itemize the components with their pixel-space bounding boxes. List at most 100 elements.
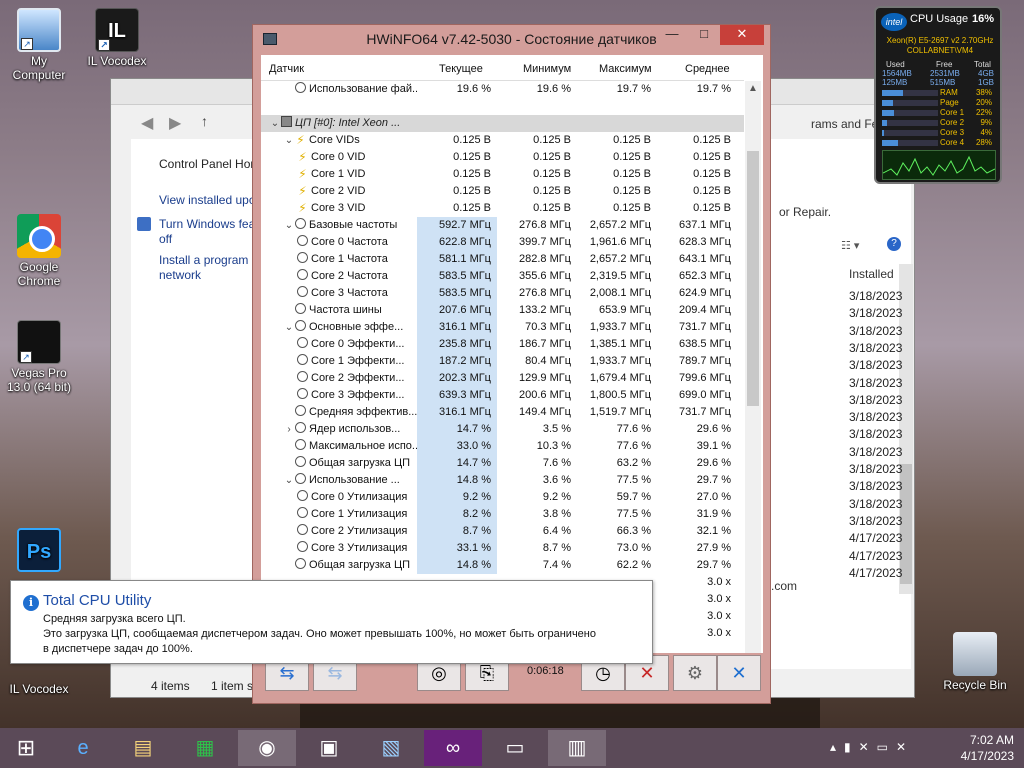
installed-date: 3/18/2023 (849, 427, 903, 442)
sensor-row[interactable]: Core 3 Эффекти... 639.3 МГц 200.6 МГц 1,800… (261, 387, 744, 404)
forward-arrow-icon[interactable]: ▶ (169, 113, 181, 133)
sensor-row[interactable]: Общая загрузка ЦП 14.7 % 7.6 % 63.2 % 29.6 % (261, 455, 744, 472)
vegas-taskbar-icon[interactable]: ▣ (300, 730, 358, 766)
start-button[interactable]: ⊞ (8, 730, 44, 766)
sensor-row[interactable]: Core 3 Частота 583.5 МГц 276.8 МГц 2,008.1 … (261, 285, 744, 302)
sensor-row[interactable]: Core 3 Утилизация 33.1 % 8.7 % 73.0 % 27.9 % (261, 540, 744, 557)
sensor-row[interactable]: Core 0 Частота 622.8 МГц 399.7 МГц 1,961.6 … (261, 234, 744, 251)
sensor-row[interactable]: ⌄ Базовые частоты 592.7 МГц 276.8 МГц 2,657.… (261, 217, 744, 234)
lightning-icon: ⚡ (298, 201, 307, 215)
sensor-row[interactable]: ⌄ Основные эффе... 316.1 МГц 70.3 МГц 1,933.… (261, 319, 744, 336)
column-header-min[interactable]: Минимум (523, 63, 571, 75)
file-explorer-icon[interactable]: ▤ (114, 730, 172, 766)
view-options-icon[interactable]: ☷ ▾ (841, 239, 859, 252)
desktop-icon-recycle-bin[interactable]: Recycle Bin (940, 632, 1010, 692)
avg-value: 731.7 МГц (678, 321, 731, 333)
sensor-row[interactable]: Core 0 Эффекти... 235.8 МГц 186.7 МГц 1,385… (261, 336, 744, 353)
max-value: 1,933.7 МГц (589, 321, 651, 333)
store-icon[interactable]: ▦ (176, 730, 234, 766)
desktop-icon-vegas-pro[interactable]: ↗ Vegas Pro 13.0 (64 bit) (4, 320, 74, 394)
clock[interactable]: 7:02 AM 4/17/2023 (961, 732, 1014, 764)
scroll-thumb[interactable] (747, 151, 759, 406)
avg-value: 624.9 МГц (678, 287, 731, 299)
avg-value: 31.9 % (696, 508, 731, 520)
sidebar-link-install-network[interactable]: Install a program network (159, 253, 259, 283)
sensor-row[interactable]: Core 0 Утилизация 9.2 % 9.2 % 59.7 % 27.0 % (261, 489, 744, 506)
sensor-row[interactable]: Общая загрузка ЦП 14.8 % 7.4 % 62.2 % 29.7 % (261, 557, 744, 574)
installed-date: 4/17/2023 (849, 548, 903, 563)
up-arrow-icon[interactable]: ↑ (201, 113, 208, 129)
column-installed-on[interactable]: Installed (849, 267, 894, 281)
sidebar-link-home[interactable]: Control Panel Hor (159, 157, 254, 172)
column-header-current[interactable]: Текущее (439, 63, 483, 75)
cpu-usage-gadget[interactable]: intel CPU Usage 16% Xeon(R) E5-2697 v2 2… (874, 6, 1002, 184)
sensor-row[interactable]: Использование фай... 19.6 % 19.6 % 19.7 % 19… (261, 81, 744, 98)
current-value: 0.125 В (453, 202, 491, 214)
sensor-row[interactable]: Core 1 Частота 581.1 МГц 282.8 МГц 2,657.2 … (261, 251, 744, 268)
sensor-scrollbar[interactable]: ▲ ▼ (745, 81, 761, 673)
avg-value: 29.7 % (696, 474, 731, 486)
desktop-icon-google-chrome[interactable]: Google Chrome (4, 214, 74, 288)
scroll-up-arrow-icon[interactable]: ▲ (748, 83, 758, 94)
close-button[interactable]: ✕ (720, 25, 764, 45)
min-value: 80.4 МГц (525, 355, 571, 367)
internet-explorer-icon[interactable]: e (54, 730, 112, 766)
avg-value (657, 115, 737, 132)
usage-bar-fill (882, 110, 895, 116)
sensor-row[interactable]: ⚡ Core 0 VID 0.125 В 0.125 В 0.125 В 0.125 В (261, 149, 744, 166)
sensor-row[interactable]: Core 2 Эффекти... 202.3 МГц 129.9 МГц 1,679… (261, 370, 744, 387)
window-titlebar[interactable]: HWiNFO64 v7.42-5030 - Состояние датчиков… (253, 25, 770, 52)
back-arrow-icon[interactable]: ◀ (141, 113, 153, 133)
collapse-chevron-icon[interactable]: ⌄ (283, 217, 295, 234)
settings-gear-button[interactable]: ⚙ (673, 655, 717, 691)
hwinfo-taskbar-icon[interactable]: ▥ (548, 730, 606, 766)
expand-chevron-icon[interactable]: › (283, 421, 295, 438)
sensor-row[interactable]: ⚡ Core 1 VID 0.125 В 0.125 В 0.125 В 0.125 В (261, 166, 744, 183)
min-value: 200.6 МГц (518, 389, 571, 401)
sidebar-link-view-updates[interactable]: View installed upc (159, 193, 255, 208)
desktop-icon-label: Vegas Pro 13.0 (64 bit) (6, 366, 72, 394)
desktop-icon-photoshop[interactable]: Ps (4, 528, 74, 574)
sensor-row[interactable]: ⚡ Core 2 VID 0.125 В 0.125 В 0.125 В 0.125 В (261, 183, 744, 200)
desktop-icon-my-computer[interactable]: ↗ My Computer (4, 8, 74, 82)
visual-studio-icon[interactable]: ∞ (424, 730, 482, 766)
column-header-avg[interactable]: Среднее (685, 63, 730, 75)
close-x-button[interactable]: ✕ (717, 655, 761, 691)
chrome-taskbar-icon[interactable]: ◉ (238, 730, 296, 766)
sidebar-link-windows-features[interactable]: Turn Windows fea off (159, 217, 259, 247)
help-icon[interactable]: ? (887, 237, 901, 251)
min-value: 149.4 МГц (518, 406, 571, 418)
sensor-row[interactable]: ⚡ Core 3 VID 0.125 В 0.125 В 0.125 В 0.125 В (261, 200, 744, 217)
sensor-name-cell: Общая загрузка ЦП (269, 557, 417, 574)
collapse-chevron-icon[interactable]: ⌄ (283, 472, 295, 489)
remote-desktop-icon[interactable]: ▭ (486, 730, 544, 766)
sensor-row[interactable]: Частота шины 207.6 МГц 133.2 МГц 653.9 МГц 2… (261, 302, 744, 319)
sensor-row[interactable]: Core 2 Частота 583.5 МГц 355.6 МГц 2,319.5 … (261, 268, 744, 285)
min-value: 133.2 МГц (518, 304, 571, 316)
sensor-row[interactable]: ⌄ ⚡ Core VIDs 0.125 В 0.125 В 0.125 В 0.125 В (261, 132, 744, 149)
sensor-row[interactable]: Core 1 Эффекти... 187.2 МГц 80.4 МГц 1,933.… (261, 353, 744, 370)
sensor-row[interactable]: ⌄ Использование ... 14.8 % 3.6 % 77.5 % 29.7 … (261, 472, 744, 489)
system-tray-icons[interactable]: ▴▮✕▭✕ (830, 740, 914, 754)
desktop-icon-il-vocodex[interactable]: IL ↗ IL Vocodex (82, 8, 152, 68)
sensor-row[interactable]: Core 1 Утилизация 8.2 % 3.8 % 77.5 % 31.9 % (261, 506, 744, 523)
maximize-button[interactable]: □ (690, 25, 718, 45)
sensor-row[interactable]: Максимальное испо... 33.0 % 10.3 % 77.6 % 39… (261, 438, 744, 455)
sensor-row[interactable] (261, 98, 744, 115)
sensor-row[interactable]: Средняя эффектив... 316.1 МГц 149.4 МГц 1,5… (261, 404, 744, 421)
gauge-icon (295, 422, 306, 433)
column-header-sensor[interactable]: Датчик (269, 63, 304, 75)
sensor-row[interactable]: › Ядер использов... 14.7 % 3.5 % 77.6 % 29.6 … (261, 421, 744, 438)
collapse-chevron-icon[interactable]: ⌄ (283, 132, 295, 149)
sensor-group-row[interactable]: ⌄ ЦП [#0]: Intel Xeon ... (261, 115, 744, 132)
sensor-name-cell: Core 3 Частота (269, 285, 417, 302)
control-panel-taskbar-icon[interactable]: ▧ (362, 730, 420, 766)
current-value: 316.1 МГц (417, 404, 497, 421)
collapse-chevron-icon[interactable]: ⌄ (269, 115, 281, 132)
sensor-row[interactable]: Core 2 Утилизация 8.7 % 6.4 % 66.3 % 32.1 % (261, 523, 744, 540)
intel-logo: intel (881, 13, 907, 31)
collapse-chevron-icon[interactable]: ⌄ (283, 319, 295, 336)
column-header-max[interactable]: Максимум (599, 63, 652, 75)
minimize-button[interactable]: — (658, 25, 686, 45)
desktop-icon-il-vocodex-2[interactable]: IL Vocodex (4, 682, 74, 696)
